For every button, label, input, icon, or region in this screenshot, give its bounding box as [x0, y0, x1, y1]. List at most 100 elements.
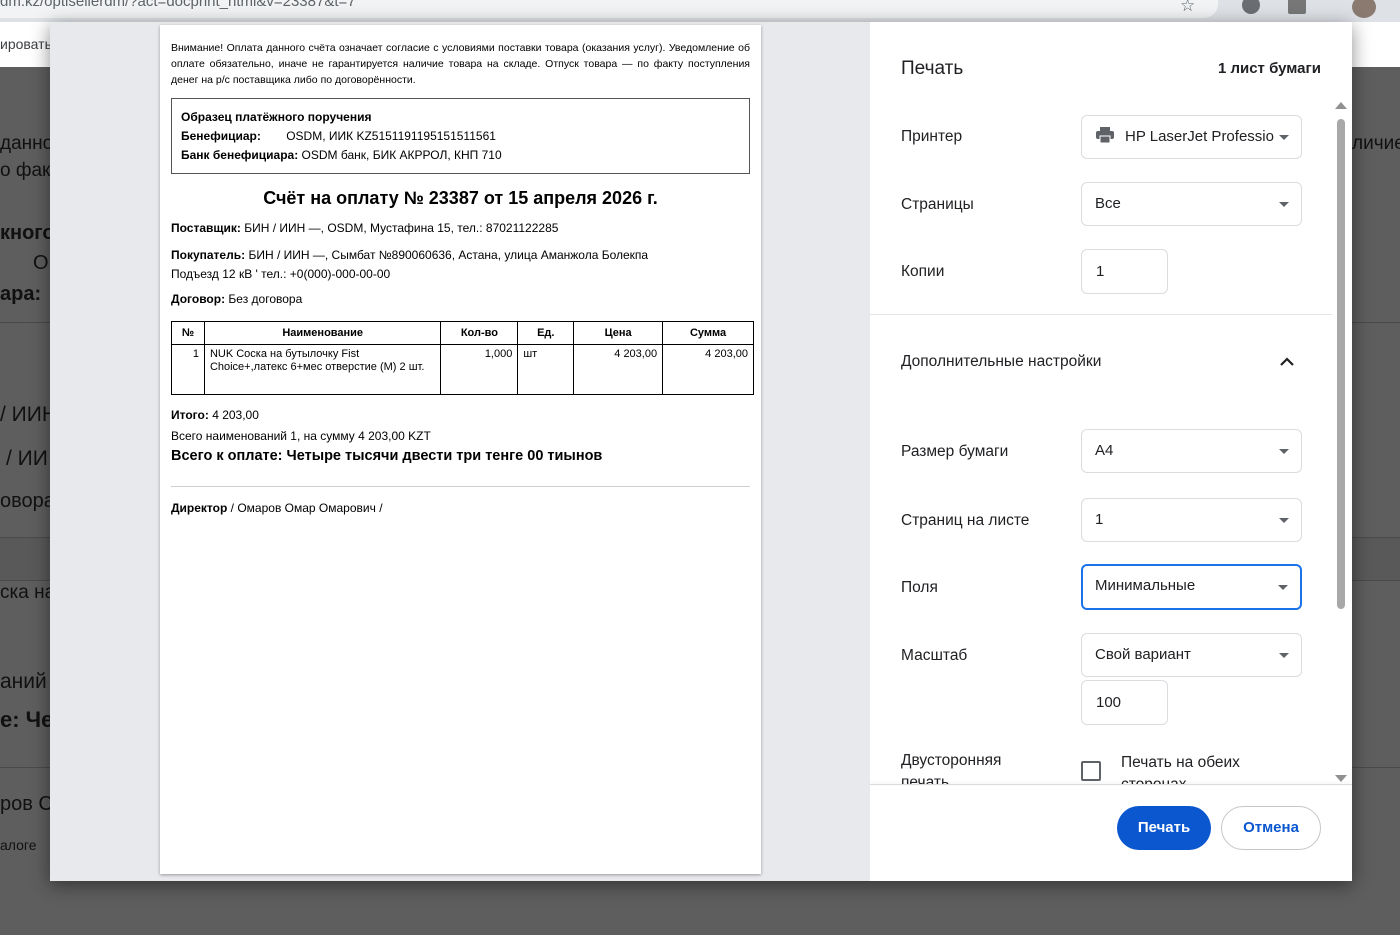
background-text: личие [1352, 133, 1400, 154]
contract-label: Договор: [171, 292, 226, 306]
duplex-checkbox-label[interactable]: Печать на обеих сторонах [1121, 752, 1281, 784]
bookmark-item[interactable]: ировать [0, 36, 52, 52]
director-value: / Омаров Омар Омарович / [230, 501, 383, 515]
buyer-address-line-2: Подъезд 12 кВ ' тел.: +0(000)-000-00-00 [171, 267, 391, 281]
items-table: № Наименование Кол-во Ед. Цена Сумма 1 N… [171, 321, 754, 395]
dropdown-arrow-icon [1279, 135, 1289, 140]
items-summary: Всего наименований 1, на сумму 4 203,00 … [171, 429, 431, 443]
payment-order-sample: Образец платёжного поручения Бенефициар:… [171, 98, 750, 174]
margins-value: Минимальные [1095, 577, 1196, 594]
address-bar[interactable]: dm.kz/optisellerdm/?act=docprint_html&v=… [0, 0, 1218, 18]
grand-total: Всего к оплате: Четыре тысячи двести три… [171, 448, 603, 464]
footer-separator [870, 784, 1352, 785]
table-row: 1 NUK Соска на бутылочку Fist Choice+,ла… [171, 344, 754, 395]
item-price: 4 203,00 [573, 344, 664, 395]
column-header: № [171, 321, 205, 345]
background-text: ров С [0, 793, 53, 815]
address-bar-url: dm.kz/optisellerdm/?act=docprint_html&v=… [0, 0, 356, 10]
background-text: ска на [0, 582, 56, 603]
background-text: данно [0, 133, 54, 154]
print-button[interactable]: Печать [1117, 806, 1211, 850]
print-dialog: Внимание! Оплата данного счёта означает … [50, 22, 1352, 881]
scale-label: Масштаб [901, 647, 968, 664]
supplier-value: БИН / ИИН —, OSDM, Мустафина 15, тел.: 8… [244, 221, 559, 235]
item-name: NUK Соска на бутылочку Fist Choice+,лате… [203, 344, 442, 395]
extension-icon[interactable] [1242, 0, 1260, 14]
director-line: Директор / Омаров Омар Омарович / [171, 501, 750, 515]
duplex-checkbox[interactable] [1081, 761, 1101, 781]
beneficiary-label: Бенефициар: [181, 129, 261, 143]
background-text: аний [0, 670, 47, 693]
sample-title: Образец платёжного поручения [181, 110, 372, 124]
director-label: Директор [171, 501, 228, 515]
pages-value: Все [1095, 195, 1121, 212]
invoice-title: Счёт на оплату № 23387 от 15 апреля 2026… [263, 188, 658, 208]
scale-select[interactable]: Свой вариант [1081, 633, 1302, 677]
buyer-value: БИН / ИИН —, Сымбат №890060636, Астана, … [248, 248, 649, 262]
cancel-button[interactable]: Отмена [1221, 806, 1321, 850]
copies-input[interactable]: 1 [1081, 249, 1168, 294]
pages-per-sheet-label: Страниц на листе [901, 512, 1030, 529]
pages-per-sheet-select[interactable]: 1 [1081, 498, 1302, 542]
contract-value: Без договора [228, 292, 303, 306]
supplier-label: Поставщик: [171, 221, 241, 235]
background-text: О [33, 252, 49, 274]
signature-divider [171, 486, 750, 487]
printer-value: HP LaserJet Professio [1125, 128, 1274, 145]
print-settings-title: Печать [901, 58, 964, 79]
printer-icon [1096, 127, 1114, 144]
chevron-up-icon[interactable] [1277, 352, 1297, 372]
items-table-header: № Наименование Кол-во Ед. Цена Сумма [171, 321, 754, 345]
background-text: / ИИН [0, 403, 58, 426]
scrollbar-thumb[interactable] [1337, 119, 1345, 609]
bank-value: OSDM банк, БИК АКРРОЛ, КНП 710 [301, 148, 502, 162]
total-label: Итого: [171, 408, 209, 422]
column-header: Сумма [662, 321, 754, 345]
dropdown-arrow-icon [1279, 449, 1289, 454]
pages-label: Страницы [901, 196, 974, 213]
item-unit: шт [517, 344, 575, 395]
profile-avatar[interactable] [1352, 0, 1376, 18]
contract-line: Договор: Без договора [171, 290, 750, 309]
print-preview-area: Внимание! Оплата данного счёта означает … [50, 22, 870, 881]
beneficiary-value: OSDM, ИИК KZ5151191195151511561 [286, 129, 496, 143]
row-number: 1 [171, 344, 205, 395]
buyer-line: Покупатель: БИН / ИИН —, Сымбат №8900606… [171, 246, 750, 284]
margins-label: Поля [901, 579, 938, 596]
dropdown-arrow-icon [1279, 653, 1289, 658]
paper-size-label: Размер бумаги [901, 443, 1009, 460]
section-separator [870, 314, 1332, 315]
item-sum: 4 203,00 [662, 344, 754, 395]
pages-select[interactable]: Все [1081, 182, 1302, 226]
scale-percent-input[interactable]: 100 [1081, 680, 1168, 725]
paper-size-value: A4 [1095, 442, 1114, 459]
background-text: алоге [0, 837, 37, 853]
background-text: овора [0, 490, 55, 512]
preview-page: Внимание! Оплата данного счёта означает … [160, 25, 761, 874]
settings-scrollbar[interactable] [1335, 102, 1349, 782]
browser-toolbar: dm.kz/optisellerdm/?act=docprint_html&v=… [0, 0, 1400, 22]
column-header: Кол-во [440, 321, 519, 345]
dropdown-arrow-icon [1279, 518, 1289, 523]
dropdown-arrow-icon [1278, 585, 1288, 590]
payment-notice: Внимание! Оплата данного счёта означает … [171, 42, 750, 86]
print-settings-panel: Печать 1 лист бумаги Принтер HP LaserJet… [870, 22, 1352, 881]
background-text: ара: [0, 283, 42, 305]
scroll-down-arrow-icon[interactable] [1335, 775, 1347, 782]
background-text: кного [0, 222, 55, 244]
sheet-count: 1 лист бумаги [1217, 60, 1321, 77]
printer-select[interactable]: HP LaserJet Professio [1081, 115, 1302, 159]
paper-size-select[interactable]: A4 [1081, 429, 1302, 473]
background-text: е: Че [0, 707, 54, 732]
totals-block: Итого: 4 203,00 Всего наименований 1, на… [171, 405, 750, 447]
background-text: / ИИ [6, 447, 48, 470]
downloads-icon[interactable] [1288, 0, 1306, 14]
scale-value: Свой вариант [1095, 646, 1191, 663]
printer-label: Принтер [901, 128, 963, 145]
column-header: Цена [573, 321, 664, 345]
column-header: Наименование [203, 321, 442, 345]
scroll-up-arrow-icon[interactable] [1335, 102, 1347, 109]
more-settings-toggle[interactable]: Дополнительные настройки [901, 353, 1101, 371]
margins-select[interactable]: Минимальные [1081, 564, 1302, 610]
bookmark-star-icon[interactable]: ☆ [1180, 0, 1195, 16]
